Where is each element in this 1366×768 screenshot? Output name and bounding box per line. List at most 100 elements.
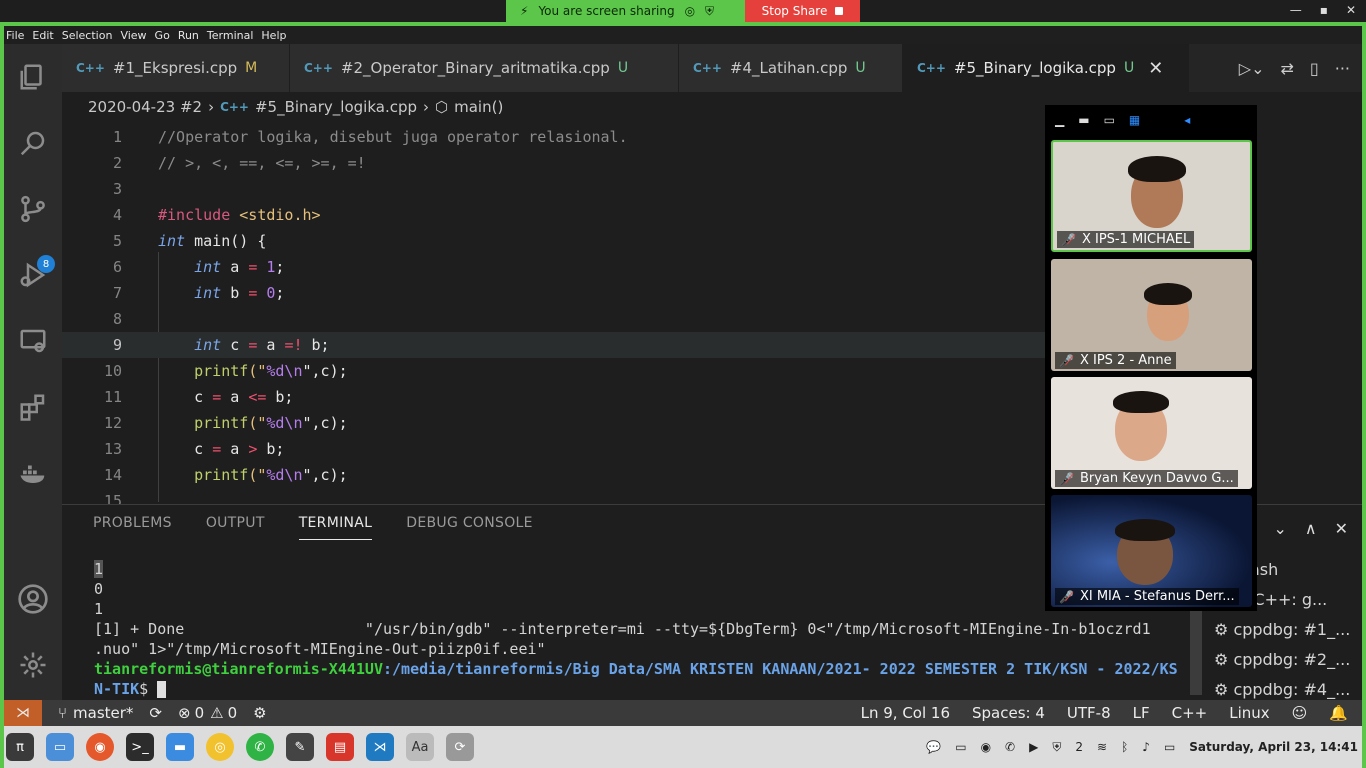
tab-close-icon[interactable]: ✕ <box>1148 58 1163 79</box>
remote-explorer-icon[interactable] <box>14 322 52 360</box>
code-text: c <box>194 440 213 458</box>
minimize-icon[interactable]: — <box>1290 3 1302 17</box>
breadcrumb-file[interactable]: #5_Binary_logika.cpp <box>255 98 417 116</box>
source-control-icon[interactable] <box>14 190 52 228</box>
files-icon[interactable]: ▭ <box>46 733 74 761</box>
firefox-icon[interactable]: ◉ <box>86 733 114 761</box>
git-branch[interactable]: master* <box>73 704 133 722</box>
more-actions-icon[interactable]: ··· <box>1335 59 1350 78</box>
explorer-icon[interactable] <box>14 58 52 96</box>
menu-file[interactable]: File <box>6 29 24 42</box>
close-panel-icon[interactable]: ✕ <box>1335 519 1348 538</box>
maximize-panel-icon[interactable]: ∧ <box>1305 519 1317 538</box>
workspace-indicator[interactable]: 2 <box>1075 740 1083 754</box>
menu-terminal[interactable]: Terminal <box>207 29 254 42</box>
indentation[interactable]: Spaces: 4 <box>972 704 1045 722</box>
wifi-icon[interactable]: ≋ <box>1097 740 1107 754</box>
whatsapp-tray-icon[interactable]: ✆ <box>1005 740 1015 754</box>
whatsapp-icon[interactable]: ✆ <box>246 733 274 761</box>
settings-gear-icon[interactable] <box>14 646 52 684</box>
tab-terminal[interactable]: TERMINAL <box>298 515 373 540</box>
breadcrumb-symbol[interactable]: main() <box>454 98 503 116</box>
close-icon[interactable]: ✕ <box>1346 3 1356 17</box>
gallery-view-icon[interactable]: ▦ <box>1129 113 1140 127</box>
split-editor-icon[interactable]: ▯ <box>1310 59 1319 78</box>
tab-binary-logika[interactable]: C++ #5_Binary_logika.cpp U ✕ <box>903 44 1189 92</box>
terminal-line: 0 <box>94 580 104 598</box>
folder-icon[interactable]: ▬ <box>166 733 194 761</box>
zoom-tray-icon[interactable]: ▶ <box>1029 740 1038 754</box>
participant-tile[interactable]: 🎤̸ X IPS-1 MICHAEL <box>1051 140 1252 252</box>
breadcrumb-folder[interactable]: 2020-04-23 #2 <box>88 98 202 116</box>
remote-indicator-icon[interactable]: ⋊ <box>4 700 42 726</box>
chevron-down-icon[interactable]: ⌄ <box>1273 519 1286 538</box>
code-editor[interactable]: 1 //Operator logika, disebut juga operato… <box>62 122 1045 504</box>
tab-operator-binary-aritmatika[interactable]: C++ #2_Operator_Binary_aritmatika.cpp U <box>290 44 679 92</box>
vscode-icon[interactable]: ⋊ <box>366 733 394 761</box>
cursor-position[interactable]: Ln 9, Col 16 <box>861 704 950 722</box>
notes-icon[interactable]: ▭ <box>955 740 966 754</box>
participant-tile[interactable]: 🎤̸ XI MIA - Stefanus Derr... <box>1051 495 1252 607</box>
menu-view[interactable]: View <box>120 29 146 42</box>
battery-icon[interactable]: ▭ <box>1164 740 1175 754</box>
debug-icon: ⚙ <box>1214 620 1234 639</box>
terminal-app-icon[interactable]: >_ <box>126 733 154 761</box>
encoding[interactable]: UTF-8 <box>1067 704 1111 722</box>
sync-icon[interactable]: ⟳ <box>149 704 162 722</box>
inkscape-icon[interactable]: ✎ <box>286 733 314 761</box>
chrome-icon[interactable]: ◎ <box>206 733 234 761</box>
tab-problems[interactable]: PROBLEMS <box>93 515 172 540</box>
tab-debug-console[interactable]: DEBUG CONSOLE <box>406 515 533 540</box>
language-mode[interactable]: C++ <box>1172 704 1208 722</box>
minimize-gallery-icon[interactable]: ▁ <box>1055 113 1064 127</box>
speaker-view-icon[interactable]: ▬ <box>1078 113 1089 127</box>
search-icon[interactable] <box>14 124 52 162</box>
participant-tile[interactable]: 🎤̸ Bryan Kevyn Davvo G... <box>1051 377 1252 489</box>
account-icon[interactable] <box>14 580 52 618</box>
obs-tray-icon[interactable]: ◉ <box>981 740 991 754</box>
menu-help[interactable]: Help <box>261 29 286 42</box>
terminal-list-item[interactable]: ⚙ cppdbg: #2_... <box>1214 645 1350 675</box>
pause-icon[interactable]: ◎ <box>685 4 695 18</box>
clock[interactable]: Saturday, April 23, 14:41 <box>1189 740 1358 754</box>
run-icon[interactable]: ▷⌄ <box>1239 59 1265 78</box>
shield-icon[interactable]: ⛨ <box>705 4 714 19</box>
vpn-shield-icon[interactable]: ⛨ <box>1052 740 1061 755</box>
app-launcher-icon[interactable]: π <box>6 733 34 761</box>
notifications-icon[interactable]: 🔔 <box>1329 704 1348 722</box>
platform[interactable]: Linux <box>1229 704 1269 722</box>
collapse-icon[interactable]: ◂ <box>1184 113 1190 127</box>
feedback-icon[interactable]: ☺ <box>1292 704 1308 722</box>
tab-latihan[interactable]: C++ #4_Latihan.cpp U <box>679 44 903 92</box>
chat-icon[interactable]: 💬 <box>926 740 941 754</box>
prompt-user: tianreformis@tianreformis-X441UV <box>94 660 383 678</box>
menu-edit[interactable]: Edit <box>32 29 53 42</box>
menu-selection[interactable]: Selection <box>62 29 113 42</box>
docker-icon[interactable] <box>14 454 52 492</box>
extensions-icon[interactable] <box>14 388 52 426</box>
music-icon[interactable]: ♪ <box>1142 740 1150 754</box>
participant-tile[interactable]: 🎤̸ X IPS 2 - Anne <box>1051 259 1252 371</box>
run-debug-icon[interactable] <box>14 256 52 294</box>
compare-icon[interactable]: ⇄ <box>1281 59 1294 78</box>
error-count[interactable]: 0 <box>195 704 205 722</box>
tab-ekspresi[interactable]: C++ #1_Ekspresi.cpp M <box>62 44 290 92</box>
font-viewer-icon[interactable]: Aa <box>406 733 434 761</box>
terminal-list-item[interactable]: ⚙ cppdbg: #1_... <box>1214 615 1350 645</box>
include-header: <stdio.h> <box>239 206 321 224</box>
bluetooth-icon[interactable]: ᛒ <box>1121 740 1128 754</box>
cpp-file-icon: C++ <box>917 61 946 75</box>
debug-launch-icon[interactable]: ⚙ <box>253 704 266 722</box>
terminal-output[interactable]: 1 0 1 [1] + Done "/usr/bin/gdb" --interp… <box>94 559 1178 699</box>
menu-run[interactable]: Run <box>178 29 199 42</box>
menu-go[interactable]: Go <box>155 29 170 42</box>
single-view-icon[interactable]: ▭ <box>1104 113 1115 127</box>
warning-count[interactable]: 0 <box>228 704 238 722</box>
operator: =! <box>284 336 303 354</box>
pdf-viewer-icon[interactable]: ▤ <box>326 733 354 761</box>
line-ending[interactable]: LF <box>1133 704 1150 722</box>
maximize-icon[interactable]: ▪ <box>1320 3 1328 17</box>
tab-output[interactable]: OUTPUT <box>206 515 265 540</box>
obs-icon[interactable]: ⟳ <box>446 733 474 761</box>
stop-share-button[interactable]: Stop Share <box>745 0 860 22</box>
